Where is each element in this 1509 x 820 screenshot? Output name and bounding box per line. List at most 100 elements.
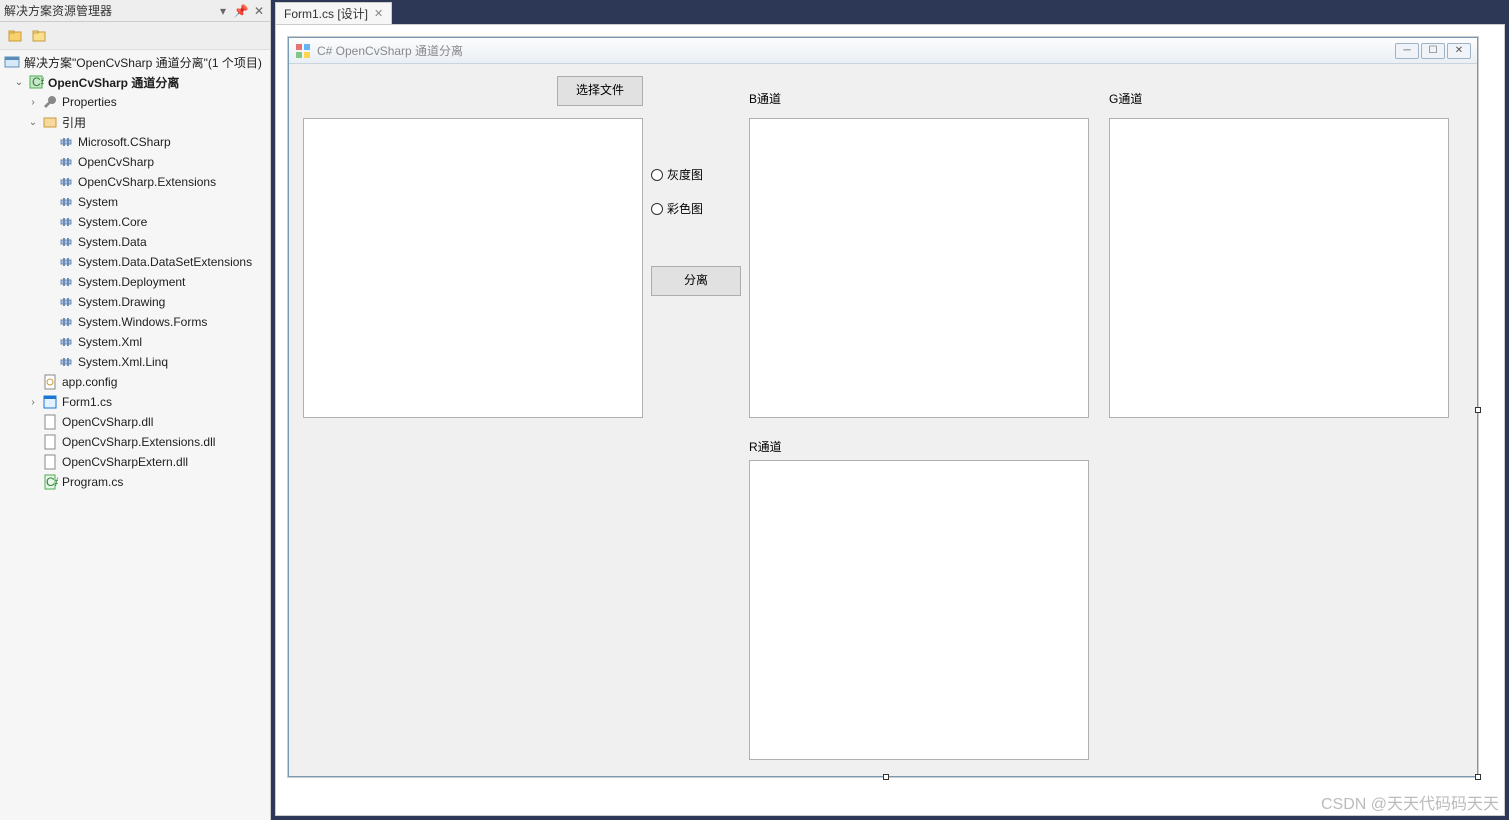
maximize-button[interactable]: ☐: [1421, 43, 1445, 59]
label-r-channel: R通道: [749, 438, 782, 455]
radio-label: 灰度图: [667, 166, 703, 183]
close-button[interactable]: ✕: [1447, 43, 1471, 59]
reference-node[interactable]: System.Core: [0, 212, 270, 232]
reference-node[interactable]: System.Data.DataSetExtensions: [0, 252, 270, 272]
label-b-channel: B通道: [749, 90, 781, 107]
appconfig-node[interactable]: app.config: [0, 372, 270, 392]
solution-icon: [4, 54, 20, 70]
form1-node[interactable]: › Form1.cs: [0, 392, 270, 412]
reference-label: System: [78, 195, 118, 209]
reference-node[interactable]: System.Xml: [0, 332, 270, 352]
picturebox-b[interactable]: [749, 118, 1089, 418]
file-label: OpenCvSharp.dll: [62, 415, 153, 429]
chevron-down-icon[interactable]: ⌄: [26, 115, 40, 129]
file-label: OpenCvSharpExtern.dll: [62, 455, 188, 469]
reference-node[interactable]: System.Deployment: [0, 272, 270, 292]
reference-icon: [58, 254, 74, 270]
csharp-project-icon: C#: [28, 74, 44, 90]
picturebox-g[interactable]: [1109, 118, 1449, 418]
dropdown-icon[interactable]: ▾: [216, 4, 230, 18]
radio-color[interactable]: 彩色图: [651, 200, 703, 217]
dll-node[interactable]: OpenCvSharp.dll: [0, 412, 270, 432]
reference-node[interactable]: System.Data: [0, 232, 270, 252]
radio-icon: [651, 203, 663, 215]
reference-node[interactable]: OpenCvSharp: [0, 152, 270, 172]
file-label: Form1.cs: [62, 395, 112, 409]
references-node[interactable]: ⌄ 引用: [0, 112, 270, 132]
solution-explorer-header: 解决方案资源管理器 ▾ 📌 ✕: [0, 0, 270, 22]
resize-handle-corner[interactable]: [1475, 774, 1481, 780]
solution-tree: 解决方案"OpenCvSharp 通道分离"(1 个项目) ⌄ C# OpenC…: [0, 50, 270, 494]
solution-label: 解决方案"OpenCvSharp 通道分离"(1 个项目): [24, 54, 262, 71]
properties-label: Properties: [62, 95, 117, 109]
chevron-down-icon[interactable]: ⌄: [12, 75, 26, 89]
winform-preview[interactable]: C# OpenCvSharp 通道分离 ─ ☐ ✕ 选择文件 灰度图: [288, 37, 1478, 777]
reference-node[interactable]: OpenCvSharp.Extensions: [0, 172, 270, 192]
solution-node[interactable]: 解决方案"OpenCvSharp 通道分离"(1 个项目): [0, 52, 270, 72]
reference-label: System.Xml: [78, 335, 142, 349]
reference-node[interactable]: System.Windows.Forms: [0, 312, 270, 332]
reference-icon: [58, 354, 74, 370]
reference-icon: [58, 194, 74, 210]
reference-icon: [58, 314, 74, 330]
radio-grayscale[interactable]: 灰度图: [651, 166, 703, 183]
svg-text:C#: C#: [46, 475, 58, 489]
tab-label: Form1.cs [设计]: [284, 5, 368, 22]
chevron-right-icon[interactable]: ›: [26, 95, 40, 109]
reference-icon: [58, 154, 74, 170]
radio-label: 彩色图: [667, 200, 703, 217]
reference-icon: [58, 274, 74, 290]
solution-explorer-panel: 解决方案资源管理器 ▾ 📌 ✕ 解决方案"OpenCvSharp 通道分离"(1…: [0, 0, 271, 820]
file-label: app.config: [62, 375, 117, 389]
select-file-button[interactable]: 选择文件: [557, 76, 643, 106]
panel-title: 解决方案资源管理器: [4, 0, 112, 22]
document-area: Form1.cs [设计] ✕ C# OpenCvSharp 通道分离 ─ ☐ …: [271, 0, 1509, 820]
reference-label: System.Xml.Linq: [78, 355, 168, 369]
references-folder-icon: [42, 114, 58, 130]
minimize-button[interactable]: ─: [1395, 43, 1419, 59]
dll-node[interactable]: OpenCvSharpExtern.dll: [0, 452, 270, 472]
winform-titlebar: C# OpenCvSharp 通道分离 ─ ☐ ✕: [289, 38, 1477, 64]
reference-label: System.Windows.Forms: [78, 315, 207, 329]
close-icon[interactable]: ✕: [374, 7, 383, 20]
reference-node[interactable]: System.Drawing: [0, 292, 270, 312]
split-button[interactable]: 分离: [651, 266, 741, 296]
reference-label: System.Core: [78, 215, 147, 229]
reference-node[interactable]: System.Xml.Linq: [0, 352, 270, 372]
form-icon: [42, 394, 58, 410]
program-node[interactable]: C# Program.cs: [0, 472, 270, 492]
resize-handle-bottom[interactable]: [883, 774, 889, 780]
dll-file-icon: [42, 434, 58, 450]
solution-explorer-toolbar: [0, 22, 270, 50]
folder-icon[interactable]: [28, 25, 50, 47]
cs-file-icon: C#: [42, 474, 58, 490]
app-icon: [295, 43, 311, 59]
reference-icon: [58, 174, 74, 190]
properties-node[interactable]: › Properties: [0, 92, 270, 112]
project-label: OpenCvSharp 通道分离: [48, 74, 179, 91]
home-icon[interactable]: [4, 25, 26, 47]
dll-file-icon: [42, 414, 58, 430]
config-file-icon: [42, 374, 58, 390]
wrench-icon: [42, 94, 58, 110]
dll-file-icon: [42, 454, 58, 470]
reference-node[interactable]: Microsoft.CSharp: [0, 132, 270, 152]
reference-label: OpenCvSharp: [78, 155, 154, 169]
tab-form1-design[interactable]: Form1.cs [设计] ✕: [275, 2, 392, 24]
file-label: OpenCvSharp.Extensions.dll: [62, 435, 215, 449]
dll-node[interactable]: OpenCvSharp.Extensions.dll: [0, 432, 270, 452]
close-icon[interactable]: ✕: [252, 4, 266, 18]
reference-node[interactable]: System: [0, 192, 270, 212]
pin-icon[interactable]: 📌: [234, 4, 248, 18]
reference-icon: [58, 294, 74, 310]
file-label: Program.cs: [62, 475, 123, 489]
chevron-right-icon[interactable]: ›: [26, 395, 40, 409]
reference-label: OpenCvSharp.Extensions: [78, 175, 216, 189]
picturebox-source[interactable]: [303, 118, 643, 418]
winform-client-area[interactable]: 选择文件 灰度图 彩色图 分离 B通道 G通道 R通道: [289, 64, 1477, 776]
reference-label: System.Data: [78, 235, 147, 249]
resize-handle-right[interactable]: [1475, 407, 1481, 413]
reference-label: System.Data.DataSetExtensions: [78, 255, 252, 269]
picturebox-r[interactable]: [749, 460, 1089, 760]
project-node[interactable]: ⌄ C# OpenCvSharp 通道分离: [0, 72, 270, 92]
